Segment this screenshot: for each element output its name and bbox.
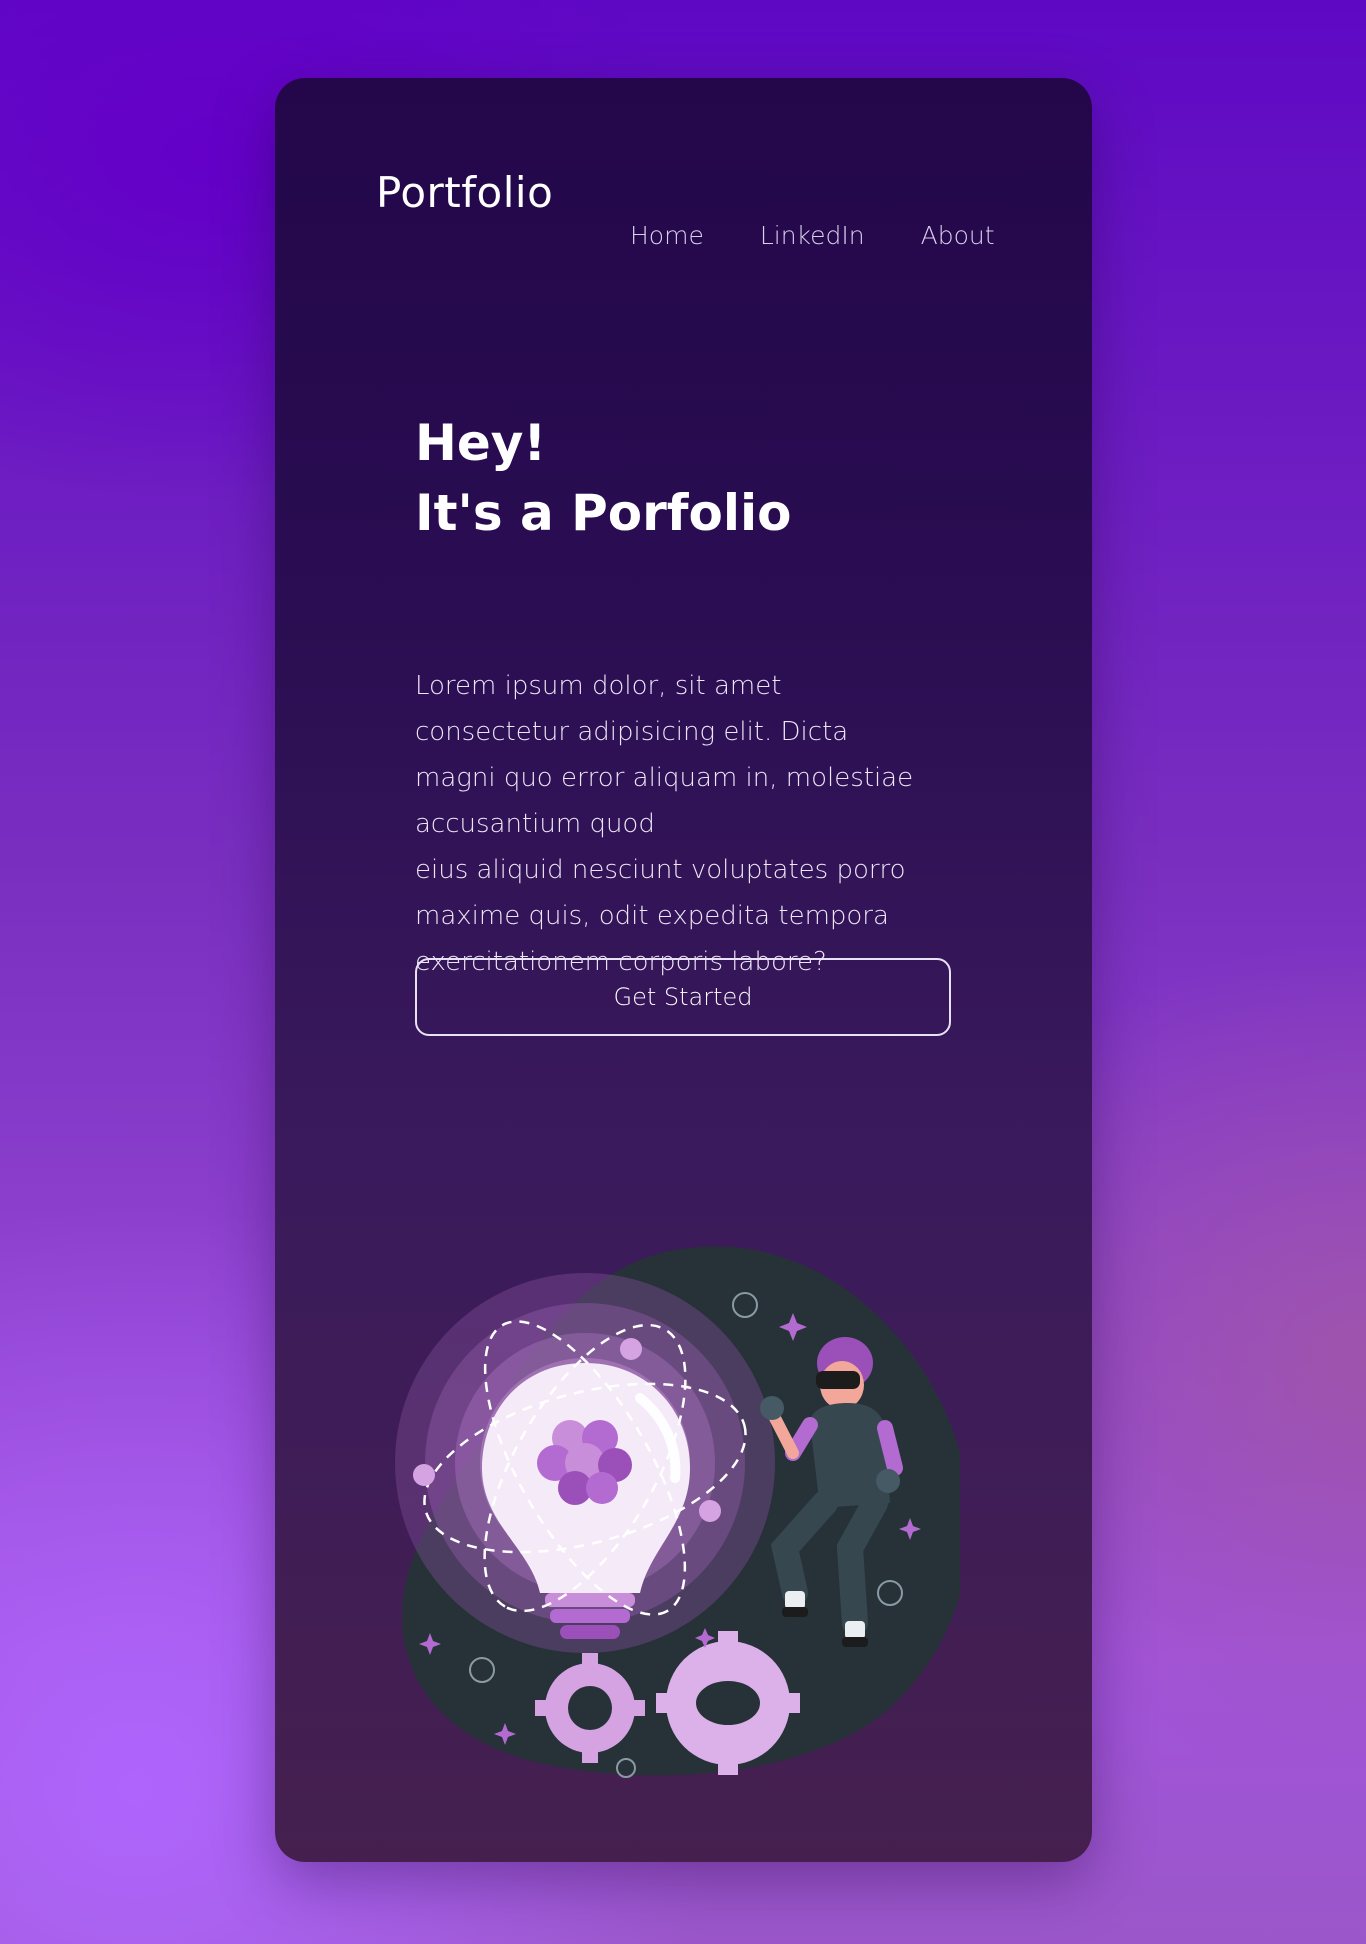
electron-2 [699,1500,721,1522]
nav-link-home[interactable]: Home [630,221,704,250]
hero-title-line-1: Hey! [415,414,547,472]
vr-headset-icon [816,1371,860,1389]
electron-1 [620,1338,642,1360]
hero-title-line-2: It's a Porfolio [415,484,792,542]
hero-paragraph-line: consectetur adipisicing elit. Dicta [415,717,849,747]
hero-paragraph: Lorem ipsum dolor, sit amet consectetur … [415,663,955,985]
nav-link-linkedin[interactable]: LinkedIn [760,221,865,250]
idea-illustration [395,1246,960,1778]
site-logo[interactable]: Portfolio [376,168,553,217]
hero-paragraph-line: maxime quis, odit expedita tempora [415,901,889,931]
electron-3 [413,1464,435,1486]
lightbulb-base-3 [560,1625,620,1639]
hero-title: Hey! It's a Porfolio [415,408,792,548]
hero-paragraph-line: Lorem ipsum dolor, sit amet [415,671,782,701]
portfolio-card: Portfolio Home LinkedIn About Hey! It's … [275,78,1092,1862]
main-nav: Home LinkedIn About [630,221,995,250]
hero-paragraph-line: accusantium quod [415,809,655,839]
lightbulb-base-2 [550,1609,630,1623]
hero-paragraph-line: eius aliquid nesciunt voluptates porro [415,855,906,885]
hero-paragraph-line: magni quo error aliquam in, molestiae [415,763,914,793]
get-started-button[interactable]: Get Started [415,958,951,1036]
nav-link-about[interactable]: About [921,221,995,250]
